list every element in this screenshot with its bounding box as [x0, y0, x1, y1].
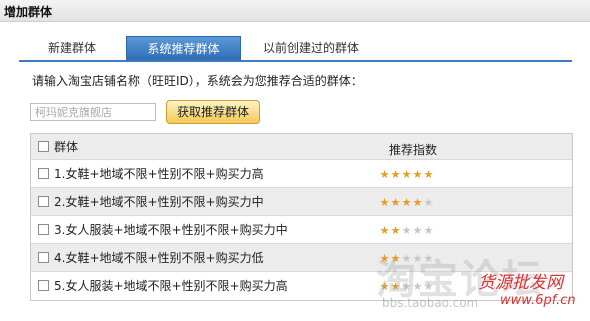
- row-checkbox[interactable]: [38, 167, 49, 179]
- group-label: 5.女人服装+地域不限+性别不限+购买力高: [54, 279, 288, 293]
- star-empty-icon: ★: [423, 223, 434, 237]
- star-empty-icon: ★: [423, 195, 434, 209]
- taobao-watermark-url: bbs.taobao.com: [382, 296, 479, 310]
- star-filled-icon: ★: [379, 195, 390, 209]
- get-recommended-groups-button[interactable]: 获取推荐群体: [166, 100, 260, 124]
- star-filled-icon: ★: [401, 195, 412, 209]
- tab-previous-groups[interactable]: 以前创建过的群体: [241, 36, 381, 60]
- group-column-header: 群体: [54, 139, 79, 154]
- star-filled-icon: ★: [390, 223, 401, 237]
- group-label: 2.女鞋+地域不限+性别不限+购买力中: [54, 194, 264, 209]
- row-checkbox[interactable]: [38, 280, 49, 291]
- star-filled-icon: ★: [412, 167, 423, 181]
- group-label: 1.女鞋+地域不限+性别不限+购买力高: [54, 166, 264, 181]
- star-filled-icon: ★: [423, 167, 434, 181]
- star-empty-icon: ★: [401, 223, 412, 237]
- site-watermark: 货源批发网: [478, 273, 563, 293]
- star-rating: ★★★★★: [379, 167, 434, 181]
- star-rating: ★★★★★: [379, 223, 434, 237]
- star-filled-icon: ★: [390, 195, 401, 209]
- select-all-checkbox[interactable]: [38, 140, 49, 152]
- table-row: 1.女鞋+地域不限+性别不限+购买力高 ★★★★★: [31, 160, 572, 188]
- shop-name-input[interactable]: [30, 103, 156, 121]
- row-checkbox[interactable]: [38, 195, 49, 207]
- star-filled-icon: ★: [401, 167, 412, 181]
- table-header-row: 群体 推荐指数: [31, 134, 572, 160]
- star-filled-icon: ★: [390, 167, 401, 181]
- star-filled-icon: ★: [379, 223, 390, 237]
- table-row: 3.女人服装+地域不限+性别不限+购买力中 ★★★★★: [31, 216, 572, 244]
- group-label: 3.女人服装+地域不限+性别不限+购买力中: [54, 222, 288, 237]
- table-row: 2.女鞋+地域不限+性别不限+购买力中 ★★★★★: [31, 188, 572, 216]
- tab-system-recommended[interactable]: 系统推荐群体: [126, 36, 241, 60]
- row-checkbox[interactable]: [38, 251, 49, 263]
- score-column-header: 推荐指数: [389, 142, 438, 157]
- page-title: 增加群体: [4, 5, 53, 19]
- tab-bar: 新建群体 系统推荐群体 以前创建过的群体: [19, 36, 572, 62]
- page-header: 增加群体: [0, 0, 590, 22]
- tab-new-group[interactable]: 新建群体: [19, 36, 125, 60]
- instruction-text: 请输入淘宝店铺名称（旺旺ID），系统会为您推荐合适的群体：: [32, 74, 363, 88]
- star-filled-icon: ★: [379, 167, 390, 181]
- star-filled-icon: ★: [412, 195, 423, 209]
- group-label: 4.女鞋+地域不限+性别不限+购买力低: [54, 250, 264, 265]
- row-checkbox[interactable]: [38, 223, 49, 235]
- star-rating: ★★★★★: [379, 195, 434, 209]
- star-empty-icon: ★: [412, 223, 423, 237]
- site-watermark-url: www.6pf.cn: [500, 293, 576, 308]
